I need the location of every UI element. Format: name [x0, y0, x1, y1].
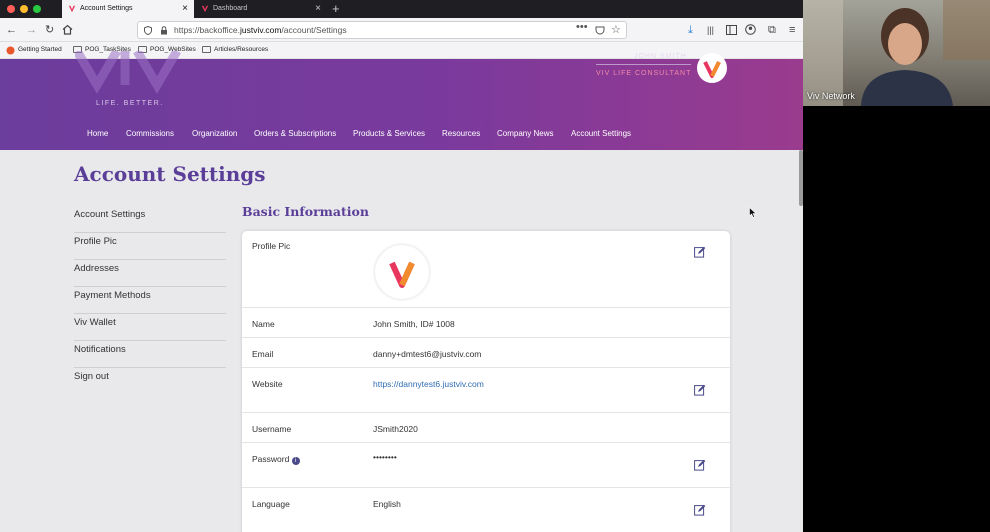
name-value: John Smith, ID# 1008	[373, 319, 455, 329]
edit-website-icon[interactable]	[694, 384, 706, 396]
viv-favicon-icon	[201, 5, 209, 13]
password-label-wrap: Password i	[252, 454, 300, 465]
side-nav-addresses[interactable]: Addresses	[74, 260, 226, 287]
close-tab-icon[interactable]: ×	[182, 0, 188, 18]
website-link[interactable]: https://dannytest6.justviv.com	[373, 379, 484, 389]
viv-v-icon	[389, 261, 415, 288]
menu-organization[interactable]: Organization	[192, 129, 237, 138]
tab-bar: Account Settings × Dashboard × +	[0, 0, 803, 18]
new-tab-icon[interactable]: +	[332, 0, 340, 17]
mouse-cursor-icon	[749, 207, 757, 218]
side-nav-payment-methods[interactable]: Payment Methods	[74, 287, 226, 314]
profile-pic-row: Profile Pic	[242, 231, 730, 308]
library-icon[interactable]: |||	[707, 22, 714, 38]
account-icon[interactable]	[745, 24, 756, 35]
download-icon[interactable]: ⤓	[688, 22, 693, 38]
basic-info-card: Profile Pic Name John Smith, ID# 1008 Em…	[242, 231, 730, 532]
shield-icon[interactable]	[144, 26, 152, 35]
side-nav-sign-out[interactable]: Sign out	[74, 368, 226, 395]
reload-icon[interactable]: ↻	[45, 22, 54, 38]
user-role: VIV LIFE CONSULTANT	[596, 70, 692, 77]
page-actions-icon[interactable]: •••	[576, 21, 588, 33]
bookmark-articles-resources[interactable]: Articles/Resources	[202, 42, 268, 58]
section-title: Basic Information	[242, 204, 369, 219]
profile-pic-label: Profile Pic	[252, 241, 291, 251]
webcam-panel-background	[803, 106, 990, 532]
language-value: English	[373, 499, 401, 509]
menu-account-settings[interactable]: Account Settings	[571, 129, 631, 138]
forward-icon[interactable]: →	[26, 22, 37, 38]
viv-brand-logo[interactable]	[75, 51, 181, 95]
header-viv-logo[interactable]	[697, 53, 727, 83]
name-row: Name John Smith, ID# 1008	[242, 308, 730, 338]
navigation-bar: ← → ↻ https://backoffice.justviv.com/acc…	[0, 18, 803, 42]
bookmark-label: Articles/Resources	[214, 46, 269, 53]
info-icon[interactable]: i	[291, 457, 300, 465]
screen: Account Settings × Dashboard × + ← → ↻ h…	[0, 0, 990, 532]
edit-profile-pic-icon[interactable]	[694, 246, 706, 258]
bookmark-label: Getting Started	[18, 46, 62, 53]
extension-icon[interactable]: ⧉	[768, 22, 776, 38]
side-nav-notifications[interactable]: Notifications	[74, 341, 226, 368]
language-row: Language English	[242, 488, 730, 532]
webcam-video: Viv Network	[803, 0, 990, 106]
sidebar-icon[interactable]	[726, 25, 737, 35]
avatar	[375, 245, 429, 299]
home-icon[interactable]	[62, 24, 73, 35]
website-label: Website	[252, 379, 283, 389]
site-header: LIFE. BETTER. JOHN SMITH VIV LIFE CONSUL…	[0, 51, 803, 150]
username-label: Username	[252, 424, 292, 434]
menu-company-news[interactable]: Company News	[497, 129, 553, 138]
url-bar[interactable]: https://backoffice.justviv.com/account/S…	[137, 21, 627, 39]
viv-favicon-icon	[68, 5, 76, 13]
menu-products-services[interactable]: Products & Services	[353, 129, 425, 138]
menu-icon[interactable]: ≡	[789, 22, 795, 38]
email-value: danny+dmtest6@justviv.com	[373, 349, 482, 359]
tab-label: Account Settings	[80, 5, 133, 12]
email-row: Email danny+dmtest6@justviv.com	[242, 338, 730, 368]
header-user-name: JOHN SMITH	[634, 53, 687, 60]
email-label: Email	[252, 349, 274, 359]
url-text: https://backoffice.justviv.com/account/S…	[174, 25, 347, 35]
brand-tagline: LIFE. BETTER.	[96, 100, 164, 107]
viv-v-icon	[703, 61, 721, 78]
side-nav-profile-pic[interactable]: Profile Pic	[74, 233, 226, 260]
password-value: ••••••••	[373, 452, 397, 462]
bookmark-star-icon[interactable]: ☆	[611, 22, 621, 38]
minimize-window-button[interactable]	[20, 5, 28, 13]
username-row: Username JSmith2020	[242, 413, 730, 443]
tab-account-settings[interactable]: Account Settings ×	[62, 0, 194, 18]
close-tab-icon[interactable]: ×	[315, 0, 321, 18]
username-value: JSmith2020	[373, 424, 418, 434]
pocket-icon[interactable]	[595, 26, 605, 35]
participant-name: Viv Network	[807, 91, 855, 101]
page-content: Account Settings Account Settings Profil…	[0, 150, 803, 532]
browser-window: Account Settings × Dashboard × + ← → ↻ h…	[0, 0, 803, 532]
menu-resources[interactable]: Resources	[442, 129, 480, 138]
maximize-window-button[interactable]	[33, 5, 41, 13]
divider	[596, 64, 691, 65]
side-nav-viv-wallet[interactable]: Viv Wallet	[74, 314, 226, 341]
back-icon[interactable]: ←	[6, 22, 17, 38]
firefox-icon	[6, 46, 15, 55]
tab-label: Dashboard	[213, 5, 248, 12]
password-row: Password i ••••••••	[242, 443, 730, 488]
folder-icon	[202, 46, 211, 53]
page-title: Account Settings	[74, 162, 266, 186]
edit-language-icon[interactable]	[694, 504, 706, 516]
lock-icon[interactable]	[160, 26, 168, 35]
password-label: Password	[252, 454, 290, 464]
tab-dashboard[interactable]: Dashboard ×	[195, 0, 327, 18]
language-label: Language	[252, 499, 290, 509]
edit-password-icon[interactable]	[694, 459, 706, 471]
menu-commissions[interactable]: Commissions	[126, 129, 174, 138]
menu-home[interactable]: Home	[87, 129, 108, 138]
close-window-button[interactable]	[7, 5, 15, 13]
website-row: Website https://dannytest6.justviv.com	[242, 368, 730, 413]
name-label: Name	[252, 319, 275, 329]
bookmark-getting-started[interactable]: Getting Started	[6, 42, 62, 58]
side-nav-account-settings[interactable]: Account Settings	[74, 206, 226, 233]
menu-orders-subscriptions[interactable]: Orders & Subscriptions	[254, 129, 336, 138]
